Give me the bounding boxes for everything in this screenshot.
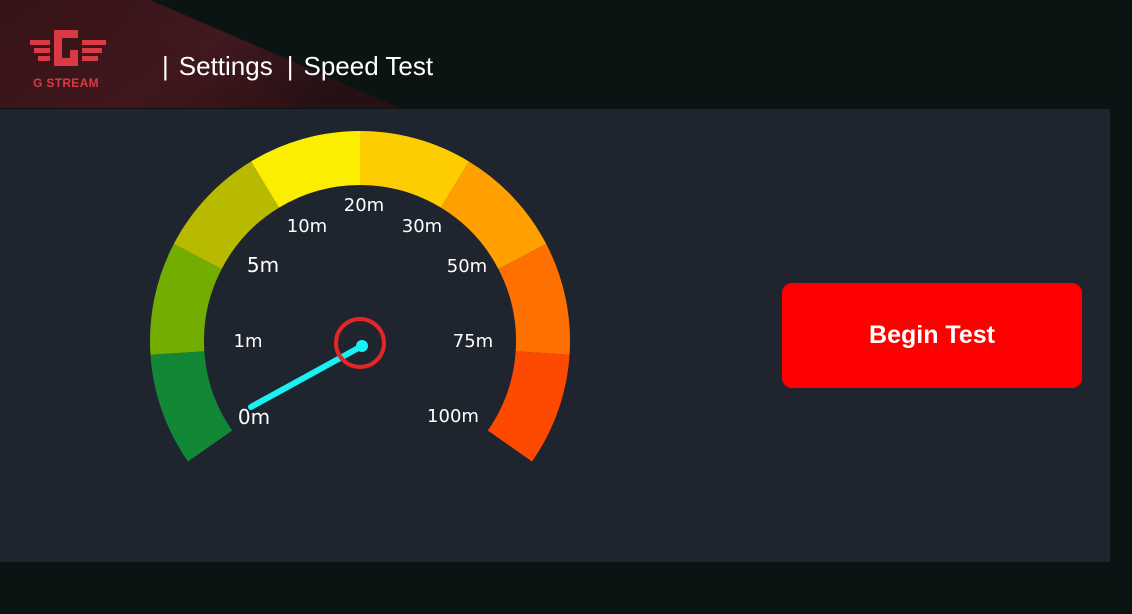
- gauge-tick-label: 20m: [344, 195, 384, 216]
- breadcrumb-separator: |: [286, 50, 294, 81]
- gauge-tick-label: 5m: [247, 253, 279, 277]
- gauge-tick-label: 50m: [447, 256, 487, 277]
- breadcrumb-settings[interactable]: Settings: [179, 51, 273, 82]
- app-header: G STREAM | Settings | Speed Test: [0, 0, 1132, 108]
- gauge-tick-label: 75m: [453, 331, 493, 352]
- speed-test-screen: G STREAM | Settings | Speed Test 0m 1m 5…: [0, 0, 1132, 614]
- breadcrumb-separator: |: [162, 50, 169, 81]
- gauge-tick-label: 1m: [234, 331, 263, 352]
- g-stream-logo-icon: [30, 30, 106, 66]
- begin-test-button[interactable]: Begin Test: [782, 283, 1082, 388]
- speed-test-panel: 0m 1m 5m 10m 20m 30m 50m 75m 100m Begin …: [0, 109, 1110, 562]
- breadcrumb-speed-test: Speed Test: [303, 50, 434, 81]
- logo-text: G STREAM: [33, 76, 99, 90]
- gauge-tick-label: 30m: [402, 216, 442, 237]
- gauge-needle: [248, 343, 365, 410]
- gauge-needle-tip: [356, 340, 368, 352]
- gauge-segments: [150, 131, 570, 462]
- gauge-tick-label: 10m: [287, 216, 327, 237]
- g-stream-logo: G STREAM: [28, 26, 112, 90]
- gauge-segment: [150, 351, 233, 462]
- gauge-tick-label: 100m: [427, 406, 479, 427]
- gauge-segment: [487, 351, 570, 462]
- breadcrumb: | Settings | Speed Test: [162, 48, 447, 84]
